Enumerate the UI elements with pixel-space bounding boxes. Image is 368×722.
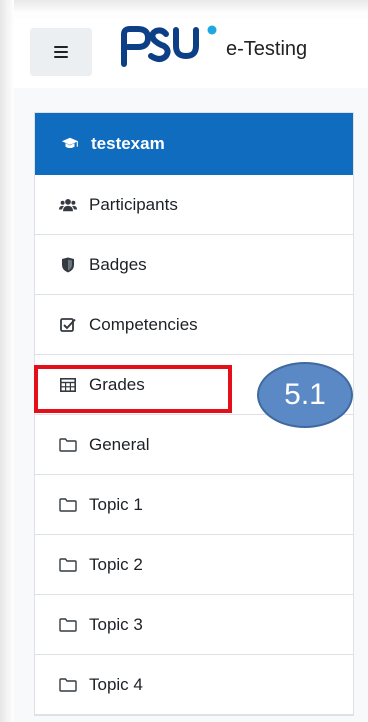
nav-item-label: Participants xyxy=(89,194,178,214)
step-callout-badge: 5.1 xyxy=(257,362,353,428)
hamburger-icon xyxy=(54,46,68,58)
checkbox-icon xyxy=(59,316,77,334)
nav-item-label: General xyxy=(89,434,150,454)
folder-icon xyxy=(59,436,77,454)
drawer-toggle-button[interactable] xyxy=(30,28,92,76)
nav-item-badges[interactable]: Badges xyxy=(35,235,353,295)
brand-text: e-Testing xyxy=(226,38,308,60)
top-navbar: e-Testing xyxy=(14,18,368,89)
nav-item-label: Topic 4 xyxy=(89,674,143,694)
window-shadow-left xyxy=(0,0,14,722)
nav-item-label: Competencies xyxy=(89,314,198,334)
graduation-cap-icon xyxy=(61,135,79,153)
nav-item-label: Badges xyxy=(89,254,147,274)
nav-item-participants[interactable]: Participants xyxy=(35,175,353,235)
shield-icon xyxy=(59,256,77,274)
folder-icon xyxy=(59,556,77,574)
nav-item-topic-1[interactable]: Topic 1 xyxy=(35,475,353,535)
nav-item-label: testexam xyxy=(91,133,165,153)
folder-icon xyxy=(59,496,77,514)
window-shadow-top xyxy=(0,0,368,14)
nav-item-topic-2[interactable]: Topic 2 xyxy=(35,535,353,595)
nav-item-competencies[interactable]: Competencies xyxy=(35,295,353,355)
folder-icon xyxy=(59,676,77,694)
users-icon xyxy=(59,196,77,214)
nav-item-label: Grades xyxy=(89,374,145,394)
nav-item-label: Topic 2 xyxy=(89,554,143,574)
nav-item-topic-3[interactable]: Topic 3 xyxy=(35,595,353,655)
psu-logo xyxy=(121,25,217,67)
nav-item-course-home[interactable]: testexam xyxy=(35,113,353,175)
nav-item-label: Topic 3 xyxy=(89,614,143,634)
nav-item-label: Topic 1 xyxy=(89,494,143,514)
nav-item-topic-4[interactable]: Topic 4 xyxy=(35,655,353,715)
table-icon xyxy=(59,376,77,394)
folder-icon xyxy=(59,616,77,634)
